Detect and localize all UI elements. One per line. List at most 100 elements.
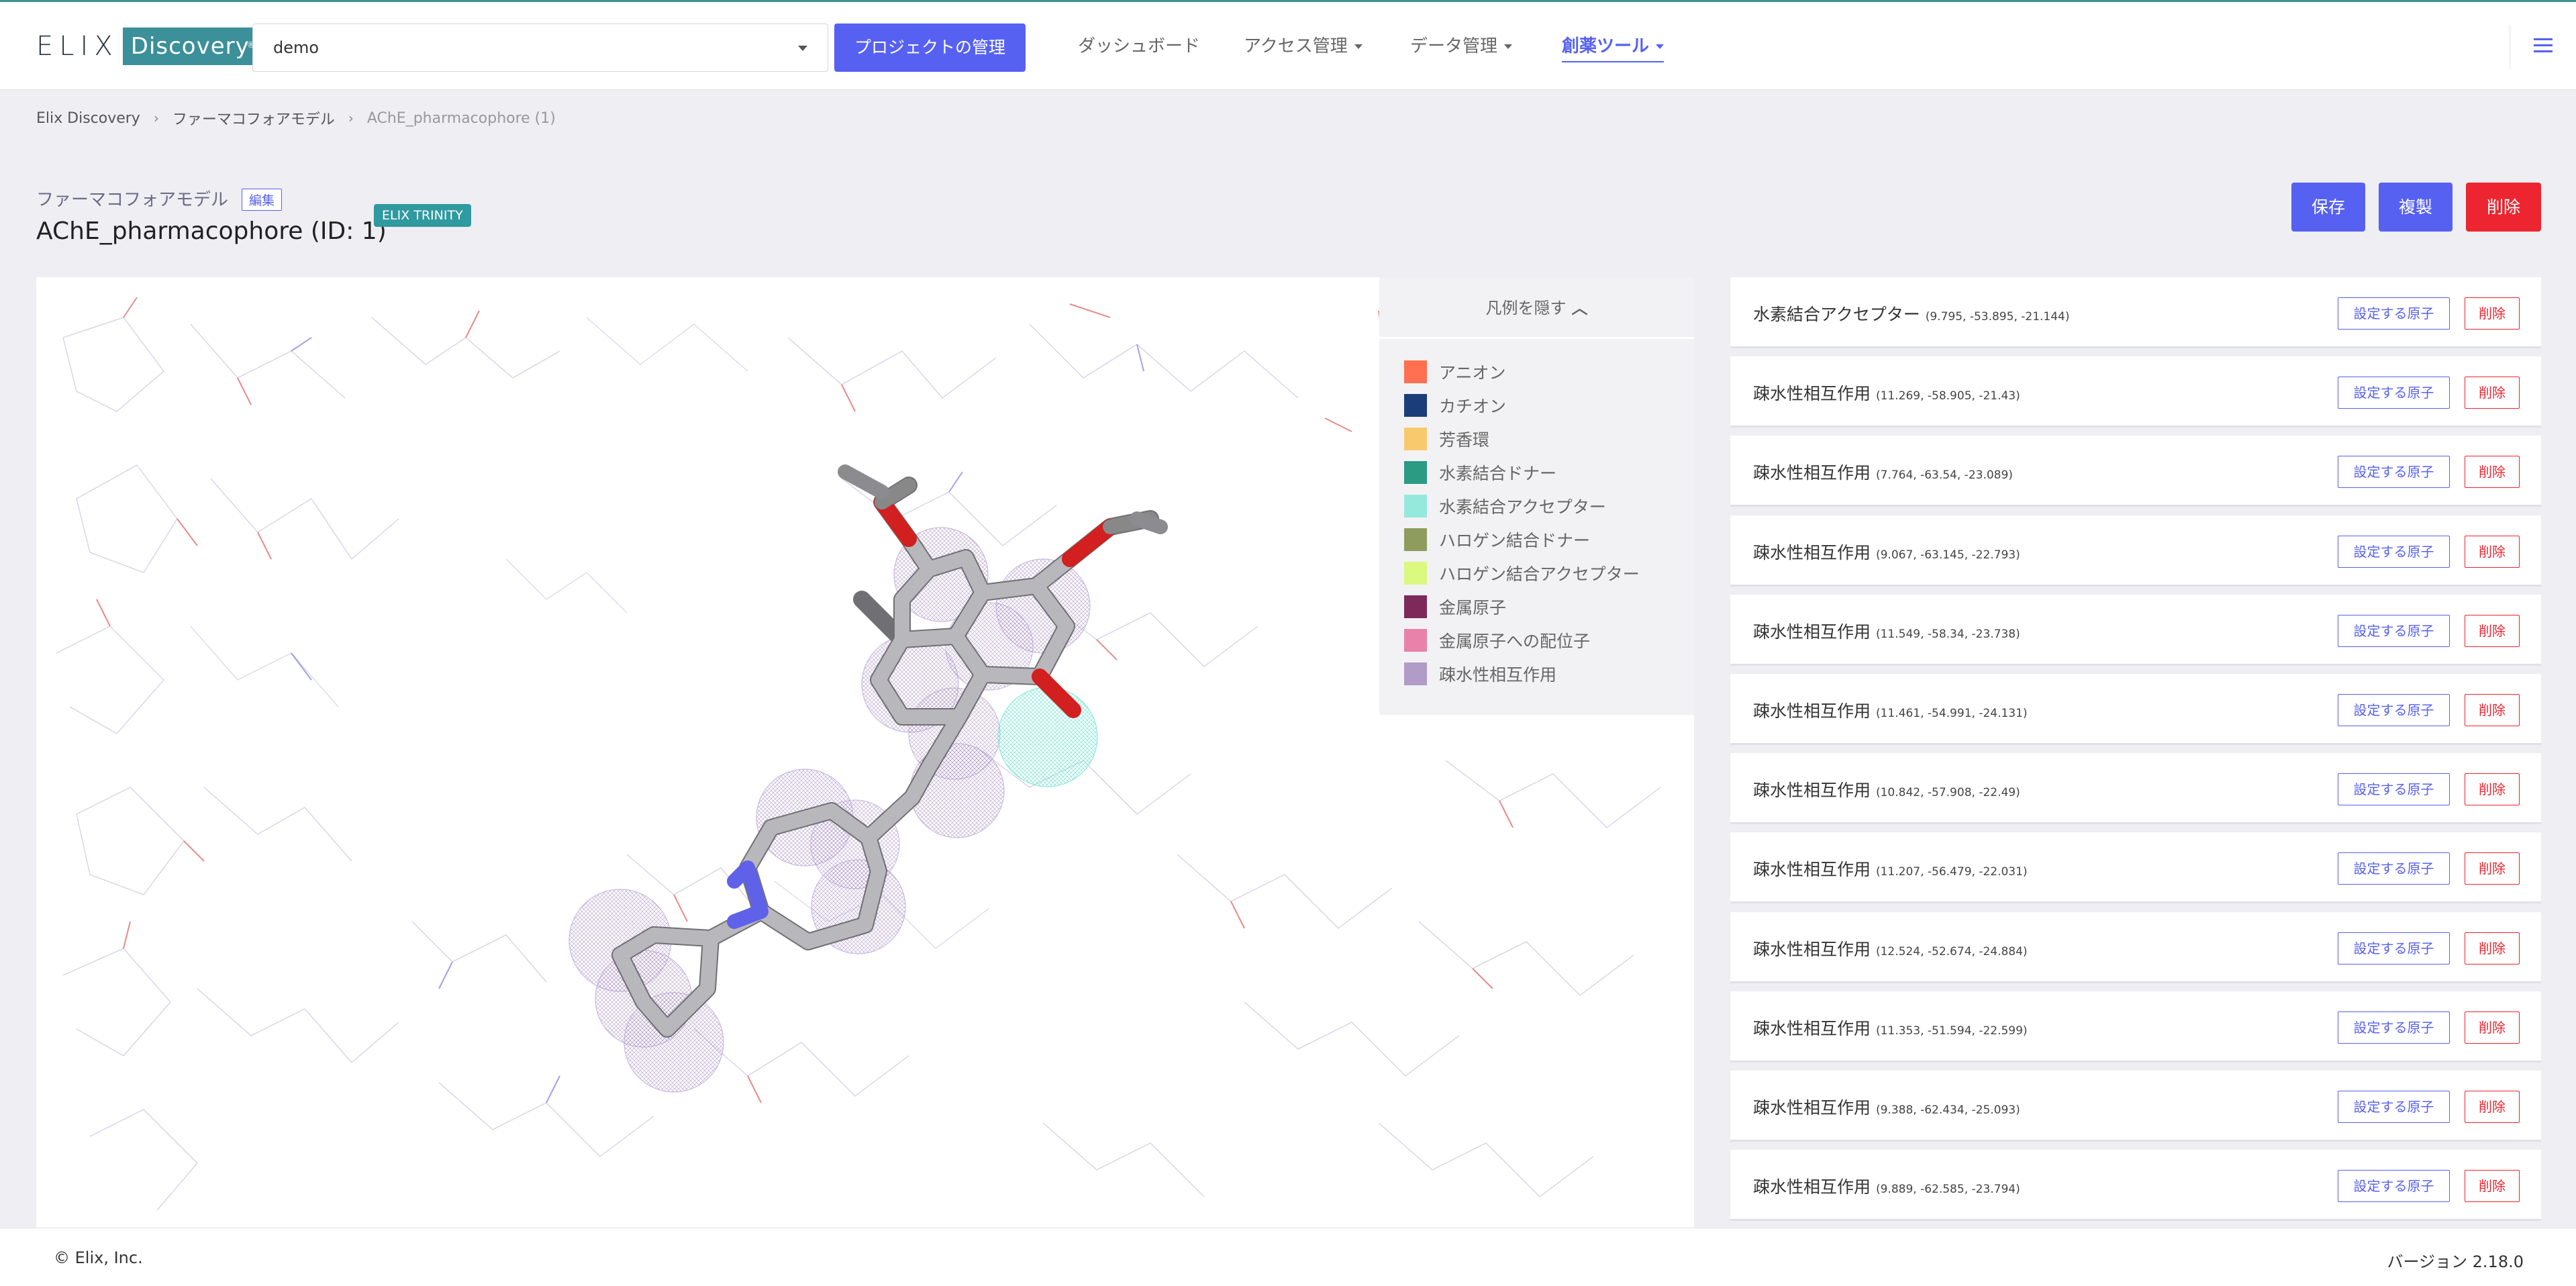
feature-coordinates: (9.067, -63.145, -22.793) [1875, 548, 2020, 562]
delete-feature-button[interactable]: 削除 [2465, 773, 2520, 806]
set-atoms-button[interactable]: 設定する原子 [2338, 694, 2450, 726]
delete-feature-button[interactable]: 削除 [2465, 377, 2520, 409]
feature-card: 疎水性相互作用 (11.353, -51.594, -22.599) 設定する原子… [1730, 991, 2541, 1062]
breadcrumb-current: AChE_pharmacophore (1) [366, 109, 556, 127]
delete-feature-button[interactable]: 削除 [2465, 535, 2520, 568]
legend-item: カチオン [1379, 389, 1694, 422]
set-atoms-button[interactable]: 設定する原子 [2338, 773, 2450, 806]
set-atoms-button[interactable]: 設定する原子 [2338, 535, 2450, 568]
hide-legend-label: 凡例を隠す [1485, 299, 1567, 317]
legend-swatch [1404, 495, 1427, 517]
nav-drug-discovery-tools[interactable]: 創薬ツール [1562, 33, 1665, 62]
feature-type: 疎水性相互作用 [1753, 1177, 1871, 1197]
feature-type: 疎水性相互作用 [1753, 1098, 1871, 1118]
pharmacophore-feature-list: 水素結合アクセプター (9.795, -53.895, -21.144) 設定する… [1730, 277, 2541, 1228]
set-atoms-button[interactable]: 設定する原子 [2338, 614, 2450, 647]
molecule-3d-viewer[interactable]: 凡例を隠す ︿ アニオンカチオン芳香環水素結合ドナー水素結合アクセプターハロゲン結… [36, 277, 1694, 1228]
set-atoms-button[interactable]: 設定する原子 [2338, 1091, 2450, 1123]
legend-label: 水素結合ドナー [1439, 464, 1557, 483]
elix-trinity-badge: ELIX TRINITY [374, 204, 471, 227]
delete-feature-button[interactable]: 削除 [2465, 1091, 2520, 1123]
delete-button[interactable]: 削除 [2466, 183, 2541, 232]
feature-card: 疎水性相互作用 (11.461, -54.991, -24.131) 設定する原子… [1730, 674, 2541, 745]
feature-coordinates: (7.764, -63.54, -23.089) [1875, 468, 2013, 483]
set-atoms-button[interactable]: 設定する原子 [2338, 932, 2450, 964]
delete-feature-button[interactable]: 削除 [2465, 1170, 2520, 1203]
feature-name: 疎水性相互作用 (9.067, -63.145, -22.793) [1753, 540, 2020, 564]
set-atoms-button[interactable]: 設定する原子 [2338, 1170, 2450, 1203]
feature-card: 疎水性相互作用 (9.067, -63.145, -22.793) 設定する原子削… [1730, 515, 2541, 587]
legend-label: 水素結合アクセプター [1439, 497, 1606, 517]
legend-list: アニオンカチオン芳香環水素結合ドナー水素結合アクセプターハロゲン結合ドナーハロゲ… [1379, 339, 1694, 691]
feature-coordinates: (11.549, -58.34, -23.738) [1875, 627, 2020, 641]
chevron-down-icon [798, 46, 807, 51]
version-text: バージョン 2.18.0 [2387, 1252, 2524, 1271]
delete-feature-button[interactable]: 削除 [2465, 852, 2520, 885]
legend-panel: 凡例を隠す ︿ アニオンカチオン芳香環水素結合ドナー水素結合アクセプターハロゲン結… [1379, 277, 1694, 715]
nav-access-label: アクセス管理 [1244, 36, 1348, 56]
caret-down-icon [1656, 44, 1665, 49]
delete-feature-button[interactable]: 削除 [2465, 456, 2520, 489]
feature-name: 疎水性相互作用 (11.549, -58.34, -23.738) [1753, 619, 2020, 643]
feature-coordinates: (10.842, -57.908, -22.49) [1875, 786, 2020, 800]
breadcrumb-home[interactable]: Elix Discovery [36, 110, 140, 127]
set-atoms-button[interactable]: 設定する原子 [2338, 297, 2450, 330]
delete-feature-button[interactable]: 削除 [2465, 694, 2520, 726]
legend-label: カチオン [1439, 397, 1507, 416]
breadcrumb-pharmacophore[interactable]: ファーマコフォアモデル [172, 107, 335, 129]
caret-down-icon [1354, 44, 1363, 49]
caret-down-icon [1504, 44, 1513, 49]
feature-card: 疎水性相互作用 (11.207, -56.479, -22.031) 設定する原子… [1730, 832, 2541, 904]
protein-heteroatoms [96, 297, 1514, 1103]
nav-dashboard[interactable]: ダッシュボード [1078, 33, 1200, 60]
feature-type: 疎水性相互作用 [1753, 860, 1871, 880]
feature-type: 疎水性相互作用 [1753, 701, 1871, 721]
delete-feature-button[interactable]: 削除 [2465, 297, 2520, 330]
legend-label: 疎水性相互作用 [1439, 665, 1557, 685]
delete-feature-button[interactable]: 削除 [2465, 932, 2520, 964]
feature-name: 疎水性相互作用 (11.207, -56.479, -22.031) [1753, 856, 2028, 881]
set-atoms-button[interactable]: 設定する原子 [2338, 377, 2450, 409]
manage-project-button[interactable]: プロジェクトの管理 [834, 23, 1026, 72]
model-type-label: ファーマコフォアモデル [36, 190, 229, 210]
nav-data-management[interactable]: データ管理 [1410, 33, 1513, 60]
nav-access-management[interactable]: アクセス管理 [1244, 33, 1363, 60]
legend-label: ハロゲン結合アクセプター [1439, 564, 1640, 584]
legend-item: 金属原子への配位子 [1379, 624, 1694, 657]
feature-type: 疎水性相互作用 [1753, 542, 1871, 562]
feature-name: 疎水性相互作用 (10.842, -57.908, -22.49) [1753, 777, 2020, 801]
legend-item: ハロゲン結合ドナー [1379, 523, 1694, 556]
save-button[interactable]: 保存 [2291, 183, 2365, 232]
legend-swatch [1404, 461, 1427, 484]
legend-item: 芳香環 [1379, 422, 1694, 456]
feature-coordinates: (9.388, -62.434, -25.093) [1875, 1103, 2020, 1117]
feature-name: 疎水性相互作用 (11.461, -54.991, -24.131) [1753, 698, 2028, 722]
feature-card: 疎水性相互作用 (9.889, -62.585, -23.794) 設定する原子削… [1730, 1150, 2541, 1222]
delete-feature-button[interactable]: 削除 [2465, 614, 2520, 647]
feature-type: 疎水性相互作用 [1753, 463, 1871, 483]
feature-type: 水素結合アクセプター [1753, 305, 1920, 324]
legend-label: 金属原子への配位子 [1439, 632, 1591, 651]
breadcrumb: Elix Discovery › ファーマコフォアモデル › AChE_phar… [36, 107, 556, 129]
set-atoms-button[interactable]: 設定する原子 [2338, 852, 2450, 885]
acceptor-feature-sphere [997, 687, 1098, 787]
hamburger-menu-icon[interactable] [2534, 38, 2553, 54]
hide-legend-toggle[interactable]: 凡例を隠す ︿ [1379, 277, 1694, 339]
duplicate-button[interactable]: 複製 [2379, 183, 2453, 232]
feature-coordinates: (11.353, -51.594, -22.599) [1875, 1024, 2028, 1038]
legend-swatch [1404, 360, 1427, 383]
legend-label: アニオン [1439, 363, 1506, 383]
feature-type: 疎水性相互作用 [1753, 781, 1871, 801]
set-atoms-button[interactable]: 設定する原子 [2338, 456, 2450, 489]
set-atoms-button[interactable]: 設定する原子 [2338, 1011, 2450, 1044]
legend-swatch [1404, 629, 1427, 652]
project-select[interactable]: demo [252, 23, 828, 72]
feature-card: 疎水性相互作用 (7.764, -63.54, -23.089) 設定する原子 削除 [1730, 436, 2541, 507]
edit-button[interactable]: 編集 [242, 189, 283, 211]
delete-feature-button[interactable]: 削除 [2465, 1011, 2520, 1044]
logo-badge-text: Discovery [130, 33, 250, 60]
elix-discovery-logo[interactable]: ELIX Discovery ® [36, 28, 258, 65]
feature-name: 疎水性相互作用 (12.524, -52.674, -24.884) [1753, 936, 2028, 960]
top-navbar: ELIX Discovery ® demo プロジェクトの管理 ダッシュボード ア… [0, 0, 2576, 90]
feature-card: 疎水性相互作用 (10.842, -57.908, -22.49) 設定する原子削… [1730, 753, 2541, 825]
